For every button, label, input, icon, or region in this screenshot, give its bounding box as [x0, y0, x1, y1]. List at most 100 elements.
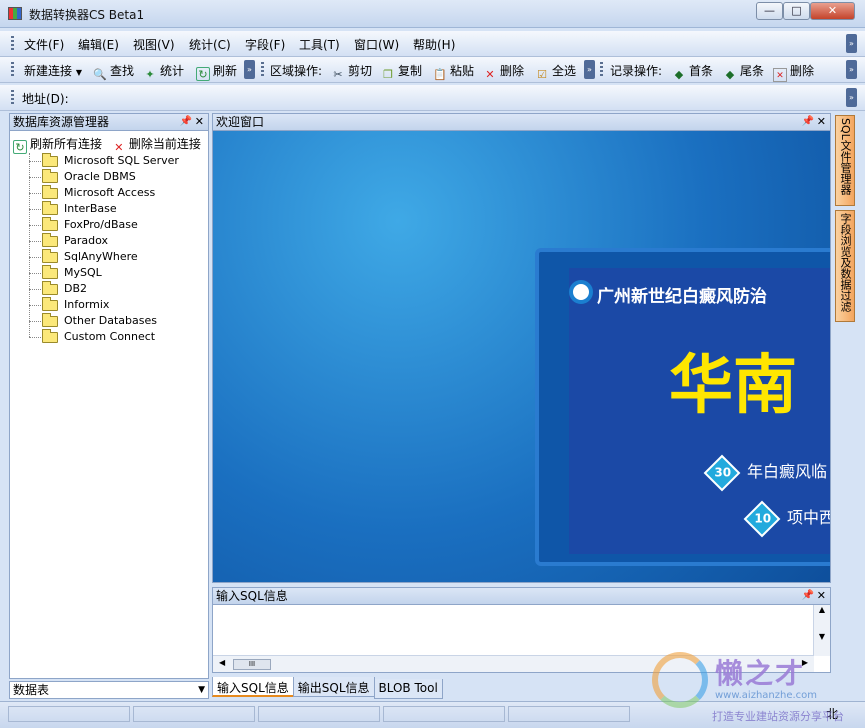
close-button[interactable]: ✕ [810, 2, 855, 20]
menu-view[interactable]: 视图(V) [133, 36, 175, 53]
last-label: 尾条 [740, 64, 765, 78]
tree-node-label: SqlAnyWhere [64, 250, 138, 263]
select-all-button[interactable]: ☑ 全选 [535, 62, 576, 82]
diamond-icon: 30 [703, 454, 741, 491]
tree-node[interactable]: FoxPro/dBase [20, 217, 208, 233]
paste-button[interactable]: 📋 粘贴 [433, 62, 474, 82]
refresh-all-button[interactable]: ↻ 刷新所有连接 [13, 137, 103, 154]
refresh-all-label: 刷新所有连接 [30, 137, 103, 151]
menu-edit[interactable]: 编辑(E) [78, 36, 119, 53]
toolbar-overflow-icon-2[interactable]: » [584, 60, 595, 79]
tree-node-label: FoxPro/dBase [64, 218, 138, 231]
tab-sql-file-manager[interactable]: SQL文件管理器 [835, 115, 855, 206]
region-ops-label: 区域操作: [270, 64, 323, 78]
tree-node[interactable]: Microsoft Access [20, 185, 208, 201]
panel-close-icon[interactable]: ✕ [195, 114, 204, 130]
delete-connection-label: 删除当前连接 [128, 137, 201, 151]
pin-icon[interactable]: 📌 [802, 588, 814, 604]
cut-button[interactable]: ✂ 剪切 [331, 62, 372, 82]
menu-window[interactable]: 窗口(W) [354, 36, 399, 53]
pin-icon[interactable]: 📌 [802, 114, 814, 130]
menu-field[interactable]: 字段(F) [245, 36, 285, 53]
first-record-button[interactable]: ◆ 首条 [672, 62, 713, 82]
refresh-button[interactable]: ↻ 刷新 [196, 62, 237, 81]
copy-icon: ❐ [383, 68, 393, 81]
panel-close-icon[interactable]: ✕ [817, 114, 826, 130]
tree-node[interactable]: DB2 [20, 281, 208, 297]
tab-field-browser[interactable]: 字段浏览及数据过滤 [835, 210, 855, 322]
status-cell [508, 706, 630, 722]
status-position: 北 [826, 707, 839, 721]
cut-label: 剪切 [348, 64, 373, 78]
tree-node-label: MySQL [64, 266, 102, 279]
refresh-icon: ↻ [13, 140, 27, 154]
new-connection-label: 新建连接 [24, 64, 73, 78]
folder-icon [42, 249, 58, 263]
tree-node[interactable]: SqlAnyWhere [20, 249, 208, 265]
ad-banner[interactable]: 广州新世纪白癜风防治 华南 30 年白癜风临 10 项中西 [535, 248, 830, 566]
address-overflow-icon[interactable]: » [846, 88, 857, 107]
maximize-button[interactable]: □ [783, 2, 810, 20]
tree-node[interactable]: Microsoft SQL Server [20, 153, 208, 169]
menu-stats[interactable]: 统计(C) [189, 36, 231, 53]
tree-node[interactable]: Custom Connect [20, 329, 208, 345]
object-type-select[interactable]: 数据表 ▼ [9, 681, 209, 699]
stats-label: 统计 [160, 64, 185, 78]
minimize-button[interactable]: — [756, 2, 783, 20]
horizontal-scrollbar[interactable]: ◀ III ▶ [213, 655, 814, 672]
tree-node[interactable]: Paradox [20, 233, 208, 249]
magnifier-icon: 🔍 [93, 68, 107, 81]
toolbar-grip-3[interactable] [600, 62, 603, 77]
tree-node-label: DB2 [64, 282, 88, 295]
stats-button[interactable]: ✦ 统计 [143, 62, 184, 82]
menu-grip[interactable] [11, 36, 14, 51]
toolbar: 新建连接 ▼ 🔍 查找 ✦ 统计 ↻ 刷新 » 区域操作: ✂ 剪切 ❐ 复制 📋 粘贴 ✕… [0, 57, 865, 83]
delete-record-button[interactable]: ✕ 删除 [773, 62, 814, 82]
tab-sql-input[interactable]: 输入SQL信息 [212, 677, 294, 697]
chevron-down-icon[interactable]: ▼ [198, 682, 205, 698]
menu-overflow-icon[interactable]: » [846, 34, 857, 53]
ad-banner-inner: 广州新世纪白癜风防治 华南 30 年白癜风临 10 项中西 [569, 268, 830, 554]
scroll-right-icon[interactable]: ▶ [802, 658, 808, 667]
tree-node[interactable]: Other Databases [20, 313, 208, 329]
tab-sql-output[interactable]: 输出SQL信息 [292, 677, 375, 697]
folder-icon [42, 185, 58, 199]
tree-node[interactable]: Informix [20, 297, 208, 313]
panel-close-icon[interactable]: ✕ [817, 588, 826, 604]
pin-icon[interactable]: 📌 [180, 114, 192, 130]
menu-help[interactable]: 帮助(H) [413, 36, 455, 53]
delete-label: 删除 [500, 64, 525, 78]
banner-row-2: 10 项中西 [743, 500, 830, 537]
toolbar-overflow-icon[interactable]: » [244, 60, 255, 79]
tab-blob-tool[interactable]: BLOB Tool [373, 679, 443, 699]
sql-input-header: 输入SQL信息 📌 ✕ [213, 588, 830, 605]
tree-node[interactable]: Oracle DBMS [20, 169, 208, 185]
delete-button[interactable]: ✕ 删除 [483, 62, 524, 82]
address-grip[interactable] [11, 90, 14, 105]
tree-node-label: Custom Connect [64, 330, 156, 343]
scroll-thumb[interactable]: III [233, 659, 271, 670]
tree-node[interactable]: MySQL [20, 265, 208, 281]
watermark-url: www.aizhanzhe.com [715, 690, 818, 701]
copy-button[interactable]: ❐ 复制 [381, 62, 422, 82]
arrow-left-icon: ◆ [674, 68, 684, 81]
find-button[interactable]: 🔍 查找 [93, 62, 134, 82]
menu-file[interactable]: 文件(F) [24, 36, 64, 53]
folder-icon [42, 297, 58, 311]
delete-connection-button[interactable]: ✕ 删除当前连接 [112, 137, 201, 154]
scroll-left-icon[interactable]: ◀ [219, 658, 225, 667]
new-connection-button[interactable]: 新建连接 ▼ [24, 62, 82, 79]
toolbar-overflow-icon-3[interactable]: » [846, 60, 857, 79]
toolbar-grip-2[interactable] [261, 62, 264, 77]
tree-node[interactable]: InterBase [20, 201, 208, 217]
status-cell [383, 706, 505, 722]
toolbar-grip[interactable] [11, 62, 14, 77]
address-label: 地址(D): [22, 92, 69, 106]
copy-label: 复制 [398, 64, 423, 78]
find-label: 查找 [110, 64, 135, 78]
menu-tools[interactable]: 工具(T) [299, 36, 340, 53]
record-ops-label: 记录操作: [610, 64, 663, 78]
last-record-button[interactable]: ◆ 尾条 [723, 62, 764, 82]
vertical-scrollbar[interactable]: ▲ ▼ [813, 605, 830, 656]
menu-bar: 文件(F) 编辑(E) 视图(V) 统计(C) 字段(F) 工具(T) 窗口(W… [0, 31, 865, 57]
